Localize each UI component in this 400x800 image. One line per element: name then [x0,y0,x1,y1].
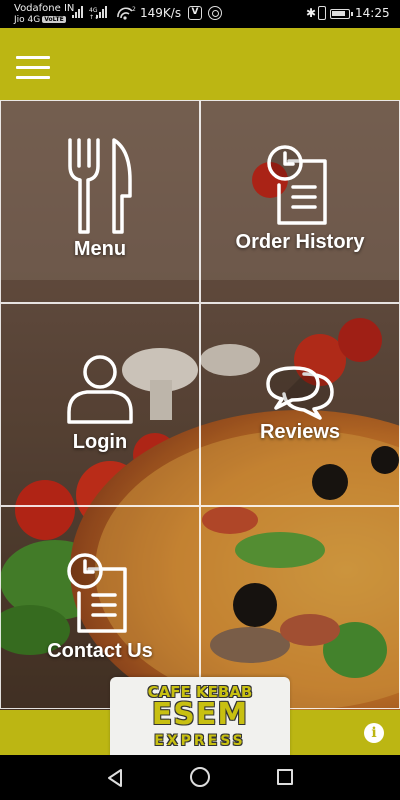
hamburger-menu-icon[interactable] [16,56,50,80]
hamburger-line [16,56,50,59]
carrier-secondary: Jio 4G VoLTE [14,15,66,25]
hotspot-badge: 2 [132,6,136,13]
hotspot-icon: 2 [117,6,136,20]
clock-time: 14:25 [355,6,390,20]
clock-document-icon [67,553,127,633]
logo-line-express: EXPRESS [154,733,246,749]
tile-menu[interactable]: Menu [0,100,200,303]
clock-document-icon [267,145,327,225]
system-nav-bar [0,755,400,800]
volte-badge: VoLTE [42,16,66,23]
battery-icon [330,9,353,19]
notification-circle-icon [208,6,222,20]
carrier-secondary-label: Jio 4G [14,15,41,25]
nav-back-icon[interactable] [106,768,124,788]
tile-menu-label: Menu [73,238,127,260]
tile-contact-us-label: Contact Us [47,640,153,662]
notification-app-icon: V [188,6,202,20]
logo-line-esem: ESEM [151,697,249,732]
user-icon [67,355,133,424]
tile-order-history[interactable]: Order History [200,100,400,303]
vibrate-icon [318,6,326,20]
signal-secondary-icon [96,6,107,18]
app-bar [0,28,400,100]
tile-login[interactable]: Login [0,303,200,506]
status-bar: Vodafone IN Jio 4G VoLTE 4G ↑↓ 2 149K/s V… [0,0,400,28]
network-speed: 149K/s [140,6,182,20]
bluetooth-icon: ✱ [306,6,317,20]
brand-logo: CAFE KEBAB ESEM EXPRESS [110,677,290,757]
nav-recent-icon[interactable] [277,769,293,785]
hamburger-line [16,66,50,69]
tile-reviews-label: Reviews [259,421,341,443]
fork-knife-icon [68,138,132,234]
tile-login-label: Login [72,431,128,453]
tile-reviews[interactable]: Reviews [200,303,400,506]
hamburger-line [16,76,50,79]
info-icon[interactable]: i [364,723,384,743]
carrier-primary: Vodafone IN [14,3,75,14]
chat-bubbles-icon [266,366,334,420]
home-grid: Menu Order History Login Reviews Contact… [0,100,400,710]
tile-order-history-label: Order History [235,231,365,253]
nav-home-icon[interactable] [190,767,210,787]
signal-icon [72,6,83,18]
